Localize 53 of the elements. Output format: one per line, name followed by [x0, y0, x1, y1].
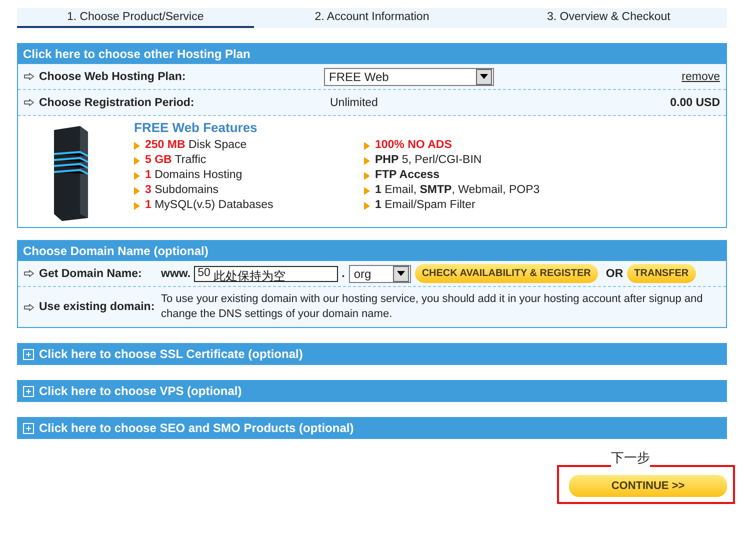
bullet-icon [364, 202, 370, 210]
field-label: Use existing domain: [39, 301, 156, 313]
section-title: Click here to choose VPS (optional) [39, 384, 242, 398]
step-tab[interactable]: 3. Overview & Checkout [490, 8, 728, 28]
remove-link[interactable]: remove [682, 70, 720, 82]
feature-text: 1 Domains Hosting [145, 168, 242, 183]
feature-text: 1 Email/Spam Filter [375, 198, 476, 213]
dropdown-icon [392, 266, 409, 282]
bullet-icon [134, 172, 140, 180]
bullet-icon [364, 142, 370, 150]
feature-text: 100% NO ADS [375, 138, 452, 153]
field-label: Choose Web Hosting Plan: [39, 70, 187, 82]
existing-domain-text: To use your existing domain with our hosting service, you should add it in your hosting account after signup and change the DNS settings of your domain name. [161, 292, 704, 322]
arrow-icon [24, 99, 34, 106]
period-value: Unlimited [330, 96, 378, 108]
step-tab[interactable]: 1. Choose Product/Service [17, 8, 254, 28]
feature-text: 1 Email, SMTP, Webmail, POP3 [375, 183, 540, 198]
dropdown-icon [476, 68, 492, 84]
bullet-icon [134, 202, 140, 210]
arrow-icon [24, 73, 34, 80]
feature-text: 1 MySQL(v.5) Databases [145, 198, 274, 213]
section-title: Click here to choose SEO and SMO Products (optional) [39, 421, 354, 435]
section-title: Click here to choose SSL Certificate (optional) [39, 347, 303, 361]
panel-header: Choose Domain Name (optional) [18, 241, 726, 261]
feature-text: 5 GB Traffic [145, 153, 206, 168]
feature-text: 3 Subdomains [145, 183, 219, 198]
arrow-icon [24, 304, 34, 310]
transfer-button[interactable]: TRANSFER [627, 264, 696, 283]
step-tab[interactable]: 2. Account Information [254, 8, 490, 28]
arrow-icon [24, 270, 34, 277]
field-label: Choose Registration Period: [39, 96, 196, 108]
plan-select[interactable]: FREE Web [324, 68, 494, 86]
annotation-note: 此处保持为空 [213, 268, 286, 282]
dot-separator: . [342, 268, 345, 280]
check-availability-button[interactable]: CHECK AVAILABILITY & REGISTER [414, 264, 598, 283]
tld-select[interactable]: org [348, 264, 411, 282]
bullet-icon [134, 142, 140, 150]
field-label: Get Domain Name: [39, 268, 143, 280]
bullet-icon [134, 186, 140, 194]
bullet-icon [364, 172, 370, 180]
feature-text: FTP Access [375, 168, 440, 183]
feature-text: 250 MB Disk Space [145, 138, 247, 153]
bullet-icon [364, 186, 370, 194]
annotation-note: 下一步 [611, 449, 650, 467]
features-title: FREE Web Features [134, 120, 258, 135]
price: 0.00 USD [670, 96, 720, 108]
continue-button[interactable]: CONTINUE >> [569, 475, 727, 497]
bullet-icon [134, 156, 140, 164]
www-prefix: www. [161, 268, 191, 280]
feature-text: PHP 5, Perl/CGI-BIN [375, 153, 482, 168]
bullet-icon [364, 156, 370, 164]
or-label: OR [606, 268, 624, 280]
domain-input[interactable]: 50 此处保持为空 [194, 266, 338, 282]
